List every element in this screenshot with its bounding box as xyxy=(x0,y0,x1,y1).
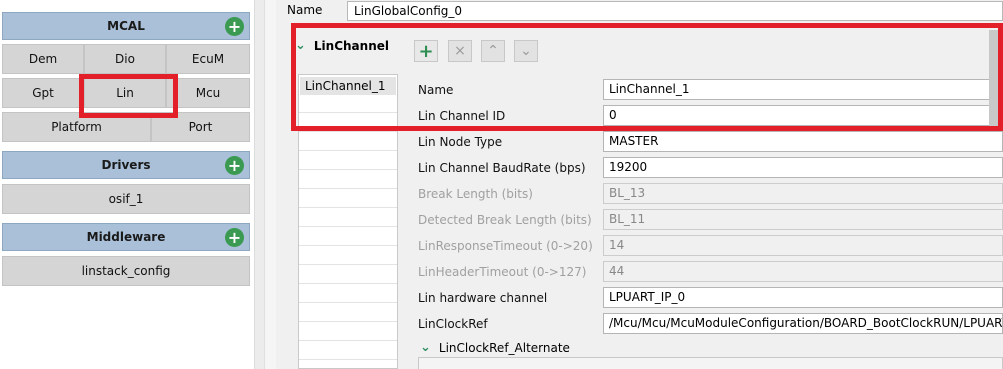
list-divider xyxy=(299,321,397,322)
prop-clockref-label: LinClockRef xyxy=(418,317,488,331)
list-divider xyxy=(299,264,397,265)
prop-break-length-label: Break Length (bits) xyxy=(418,187,533,201)
module-platform-button[interactable]: Platform xyxy=(2,112,151,142)
prop-name-label: Name xyxy=(418,83,454,97)
prop-response-timeout-label: LinResponseTimeout (0->20) xyxy=(418,239,593,253)
list-divider xyxy=(299,359,397,360)
add-mcal-icon[interactable]: + xyxy=(225,17,244,36)
mcal-section-title: MCAL xyxy=(107,19,145,33)
list-divider xyxy=(299,150,397,151)
prop-header-timeout-label: LinHeaderTimeout (0->127) xyxy=(418,265,587,279)
module-ecum-button[interactable]: EcuM xyxy=(166,44,250,74)
module-port-button[interactable]: Port xyxy=(151,112,250,142)
list-divider xyxy=(299,188,397,189)
list-divider xyxy=(299,131,397,132)
prop-hw-channel-select[interactable]: LPUART_IP_0 xyxy=(603,287,1003,308)
config-name-field[interactable]: LinGlobalConfig_0 xyxy=(347,1,1003,21)
panel-splitter[interactable] xyxy=(254,0,264,369)
module-gpt-button[interactable]: Gpt xyxy=(2,78,84,108)
clockref-alternate-panel xyxy=(418,357,1003,369)
config-name-label: Name xyxy=(287,3,323,17)
component-panel: MCAL + Dem Dio EcuM Gpt Lin Mcu Platform… xyxy=(0,0,254,369)
linchannel-section-header[interactable]: ⌄ LinChannel xyxy=(295,38,389,53)
prop-channel-id-label: Lin Channel ID xyxy=(418,109,506,123)
chevron-down-icon[interactable]: ⌄ xyxy=(295,38,306,53)
add-channel-button[interactable]: + xyxy=(414,40,438,62)
remove-channel-button[interactable]: × xyxy=(448,40,472,62)
list-divider xyxy=(299,245,397,246)
move-up-button[interactable]: ⌃ xyxy=(481,40,505,62)
list-divider xyxy=(299,302,397,303)
list-divider xyxy=(299,283,397,284)
driver-osif-button[interactable]: osif_1 xyxy=(2,184,250,214)
vertical-scrollbar[interactable] xyxy=(989,30,1003,130)
module-dio-button[interactable]: Dio xyxy=(84,44,166,74)
prop-detected-break-label: Detected Break Length (bits) xyxy=(418,213,592,227)
prop-response-timeout-field: 14 xyxy=(603,235,1003,256)
prop-hw-channel-label: Lin hardware channel xyxy=(418,291,548,305)
clockref-alternate-header[interactable]: ⌄ LinClockRef_Alternate xyxy=(420,340,570,355)
list-item[interactable]: LinChannel_1 xyxy=(300,77,396,95)
prop-break-length-field: BL_13 xyxy=(603,183,1003,204)
middleware-section-header[interactable]: Middleware + xyxy=(2,223,250,251)
prop-header-timeout-field: 44 xyxy=(603,261,1003,282)
prop-detected-break-field: BL_11 xyxy=(603,209,1003,230)
move-down-button[interactable]: ⌄ xyxy=(514,40,538,62)
add-middleware-icon[interactable]: + xyxy=(225,228,244,247)
list-divider xyxy=(299,112,397,113)
prop-channel-id-field[interactable]: 0 xyxy=(603,105,1003,126)
prop-name-field[interactable]: LinChannel_1 xyxy=(603,79,1003,100)
prop-clockref-field[interactable]: /Mcu/Mcu/McuModuleConfiguration/BOARD_Bo… xyxy=(603,313,1003,334)
add-driver-icon[interactable]: + xyxy=(225,156,244,175)
panel-divider xyxy=(264,0,276,369)
module-dem-button[interactable]: Dem xyxy=(2,44,84,74)
drivers-section-title: Drivers xyxy=(101,158,151,172)
linchannel-section-title: LinChannel xyxy=(313,38,389,53)
middleware-section-title: Middleware xyxy=(86,230,166,244)
prop-node-type-label: Lin Node Type xyxy=(418,135,503,149)
module-mcu-button[interactable]: Mcu xyxy=(166,78,250,108)
list-divider xyxy=(299,226,397,227)
chevron-down-icon[interactable]: ⌄ xyxy=(420,340,431,355)
prop-baudrate-label: Lin Channel BaudRate (bps) xyxy=(418,161,586,175)
middleware-linstack-button[interactable]: linstack_config xyxy=(2,256,250,286)
drivers-section-header[interactable]: Drivers + xyxy=(2,151,250,179)
list-divider xyxy=(299,207,397,208)
list-divider xyxy=(299,169,397,170)
channel-list: LinChannel_1 xyxy=(298,74,398,369)
mcal-section-header[interactable]: MCAL + xyxy=(2,12,250,40)
list-divider xyxy=(299,340,397,341)
module-lin-button[interactable]: Lin xyxy=(84,78,166,108)
clockref-alternate-title: LinClockRef_Alternate xyxy=(438,340,570,355)
prop-node-type-select[interactable]: MASTER xyxy=(603,131,1003,152)
prop-baudrate-field[interactable]: 19200 xyxy=(603,157,1003,178)
